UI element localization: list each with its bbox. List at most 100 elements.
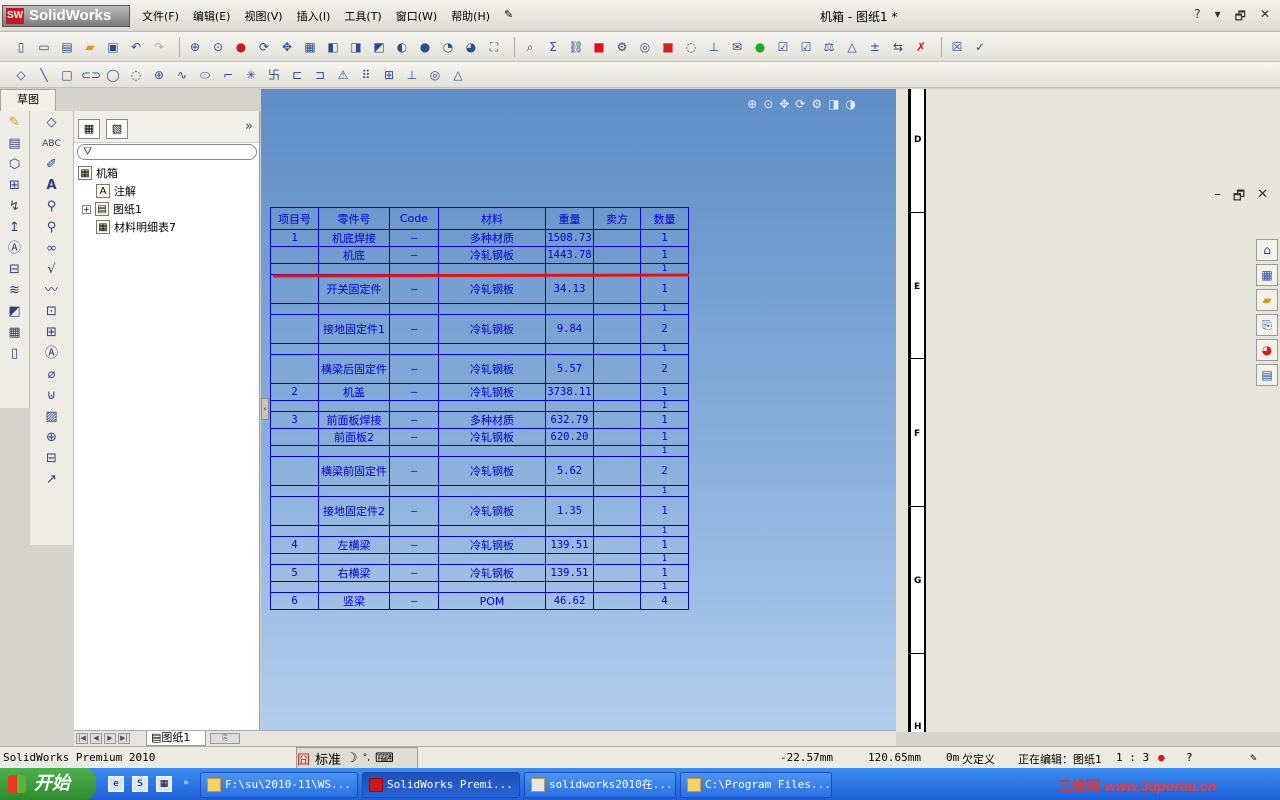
- table-row[interactable]: 2 机盖 – 冷轧钢板 3738.11 1: [270, 383, 689, 401]
- table-cell[interactable]: [389, 525, 439, 537]
- table-cell[interactable]: [318, 485, 390, 497]
- save-icon[interactable]: ▣: [104, 38, 122, 56]
- table-cell[interactable]: 冷轧钢板: [438, 536, 546, 554]
- crop-view-icon[interactable]: ◩: [5, 303, 25, 321]
- table-cell[interactable]: 1: [640, 553, 689, 565]
- column-header[interactable]: 项目号: [270, 207, 319, 230]
- undo-icon[interactable]: ↶: [127, 38, 145, 56]
- table-cell[interactable]: [593, 246, 641, 264]
- photo-icon[interactable]: ◎: [636, 38, 654, 56]
- table-cell[interactable]: [318, 525, 390, 537]
- table-cell[interactable]: [593, 383, 641, 401]
- table-cell[interactable]: 1508.73: [545, 229, 594, 247]
- warning-icon[interactable]: ⚠: [334, 66, 352, 84]
- delete-icon[interactable]: ✗: [912, 38, 930, 56]
- menu-file[interactable]: 文件(F): [142, 8, 179, 24]
- help-dropdown-icon[interactable]: ▾: [1215, 7, 1221, 28]
- table-row[interactable]: 横梁前固定件 – 冷轧钢板 5.62 2: [270, 456, 689, 486]
- table-cell[interactable]: [438, 343, 546, 355]
- punctuation-icon[interactable]: °,: [363, 753, 370, 763]
- table-cell[interactable]: 2: [640, 314, 689, 344]
- mirror-entities-icon[interactable]: ⊐: [311, 66, 329, 84]
- filter-input[interactable]: ⛛: [77, 144, 257, 160]
- table-cell[interactable]: 左横梁: [318, 536, 390, 554]
- auxiliary-view-icon[interactable]: ↯: [5, 198, 25, 216]
- rectangle-icon[interactable]: □: [58, 66, 76, 84]
- table-cell[interactable]: 46.62: [545, 592, 594, 610]
- table-cell[interactable]: –: [389, 411, 439, 429]
- triangle-icon[interactable]: △: [843, 38, 861, 56]
- spell-check-icon[interactable]: ABC: [42, 135, 62, 153]
- table-cell[interactable]: [270, 456, 319, 486]
- split-icon[interactable]: ±: [866, 38, 884, 56]
- area-hatch-icon[interactable]: ▨: [42, 408, 62, 426]
- table-cell[interactable]: [593, 456, 641, 486]
- half-width-icon[interactable]: ☽: [346, 751, 358, 766]
- app-quicklaunch-icon[interactable]: ▦: [156, 776, 172, 792]
- standard-view-icon[interactable]: ▤: [5, 135, 25, 153]
- table-cell[interactable]: –: [389, 314, 439, 344]
- table-cell[interactable]: [270, 263, 319, 275]
- view-orientation-icon[interactable]: ◩: [370, 38, 388, 56]
- taskbar-solidworks[interactable]: SolidWorks Premi...: [362, 772, 520, 798]
- table-cell[interactable]: 机盖: [318, 383, 390, 401]
- ime-mode[interactable]: 标准: [315, 749, 341, 768]
- table-cell[interactable]: [593, 485, 641, 497]
- empty-view-icon[interactable]: ▯: [5, 345, 25, 363]
- table-cell[interactable]: [438, 400, 546, 412]
- table-cell[interactable]: [270, 553, 319, 565]
- table-cell[interactable]: [593, 314, 641, 344]
- table-cell[interactable]: 2: [270, 383, 319, 401]
- table-cell[interactable]: –: [389, 428, 439, 446]
- last-sheet-icon[interactable]: ▶|: [118, 733, 130, 744]
- new-icon[interactable]: ▯: [12, 38, 30, 56]
- section-view-icon[interactable]: ↥: [5, 219, 25, 237]
- feature-tree-tab-icon[interactable]: ▦: [78, 119, 100, 139]
- table-cell[interactable]: 632.79: [545, 411, 594, 429]
- note-text-icon[interactable]: A: [42, 177, 62, 195]
- table-cell[interactable]: [318, 553, 390, 565]
- table-cell[interactable]: 2: [640, 456, 689, 486]
- table-row[interactable]: 前面板2– 冷轧钢板 620.20 1: [270, 428, 689, 446]
- close-icon[interactable]: ✕: [1260, 7, 1270, 28]
- table-cell[interactable]: 5.62: [545, 456, 594, 486]
- table-cell[interactable]: [270, 428, 319, 446]
- table-cell[interactable]: 机底焊接: [318, 229, 390, 247]
- surface-finish-icon[interactable]: √: [42, 261, 62, 279]
- quicklaunch-more-icon[interactable]: »: [178, 776, 194, 792]
- note-icon[interactable]: ✎: [5, 114, 25, 132]
- table-cell[interactable]: 1: [270, 229, 319, 247]
- table-cell[interactable]: 1: [640, 274, 689, 304]
- table-row[interactable]: 接地固定件2– 冷轧钢板 1.35 1: [270, 496, 689, 526]
- ime-logo-icon[interactable]: 囧: [297, 749, 310, 768]
- table-cell[interactable]: 4: [270, 536, 319, 554]
- new-from-template-icon[interactable]: ▭: [35, 38, 53, 56]
- table-cell[interactable]: 9.84: [545, 314, 594, 344]
- table-cell[interactable]: 多种材质: [438, 229, 546, 247]
- table-cell[interactable]: [545, 343, 594, 355]
- table-cell[interactable]: 冷轧钢板: [438, 456, 546, 486]
- table-cell[interactable]: 6: [270, 592, 319, 610]
- table-cell[interactable]: 1: [640, 229, 689, 247]
- taskbar-program-files[interactable]: C:\Program Files...: [680, 772, 832, 798]
- table-cell[interactable]: [389, 400, 439, 412]
- table-cell[interactable]: [318, 445, 390, 457]
- relation-icon[interactable]: ⊥: [403, 66, 421, 84]
- stop-icon[interactable]: ■: [659, 38, 677, 56]
- table-cell[interactable]: 1: [640, 445, 689, 457]
- table-cell[interactable]: 前面板2: [318, 428, 390, 446]
- table-cell[interactable]: [270, 354, 319, 384]
- table-cell[interactable]: 1: [640, 428, 689, 446]
- quick-snaps-icon[interactable]: △: [449, 66, 467, 84]
- column-header[interactable]: 零件号: [318, 207, 390, 230]
- table-cell[interactable]: [270, 496, 319, 526]
- pan-icon[interactable]: ✥: [779, 97, 789, 111]
- offset-icon[interactable]: ⊏: [288, 66, 306, 84]
- close-icon[interactable]: ✕: [1257, 187, 1268, 209]
- options-icon[interactable]: ▦: [301, 38, 319, 56]
- move-entities-icon[interactable]: ⊞: [380, 66, 398, 84]
- table-cell[interactable]: 1.35: [545, 496, 594, 526]
- table-cell[interactable]: 1: [640, 383, 689, 401]
- property-manager-tab-icon[interactable]: ▧: [106, 119, 128, 139]
- block-icon[interactable]: ⊍: [42, 387, 62, 405]
